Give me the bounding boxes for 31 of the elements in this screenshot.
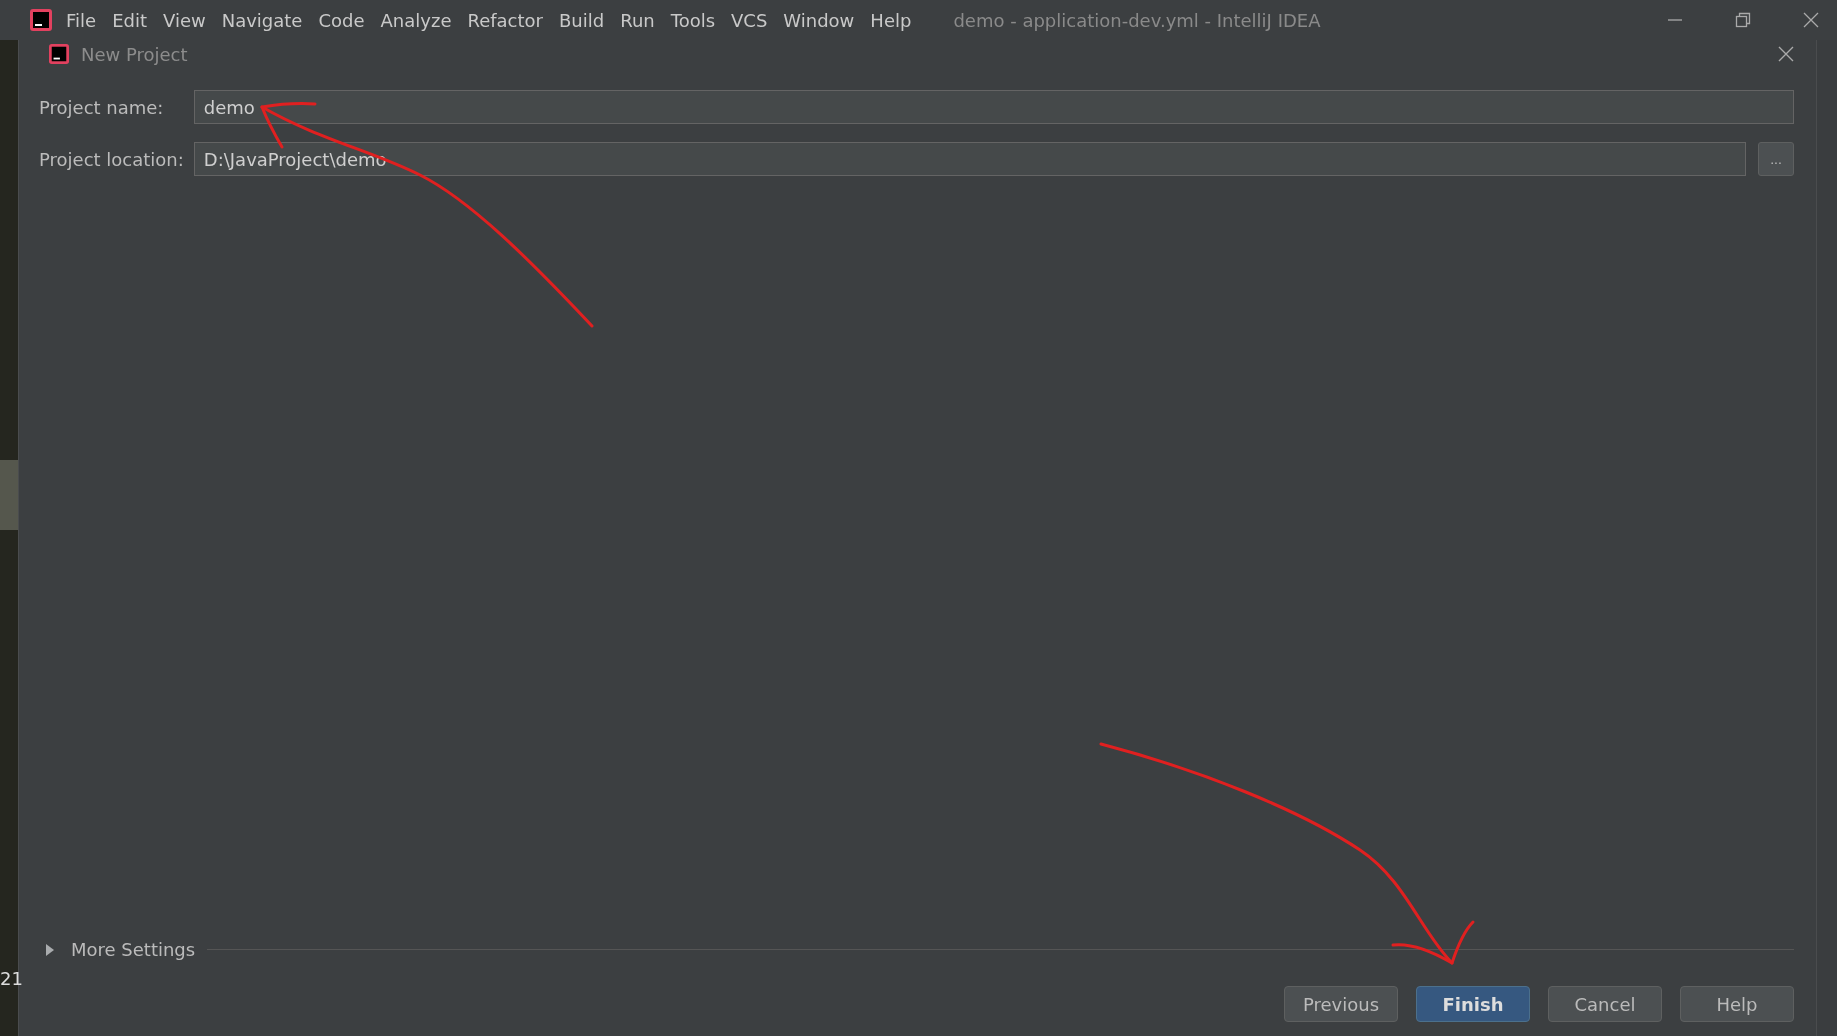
text-field[interactable]: demo (193, 90, 1794, 124)
menu-item[interactable]: View (163, 9, 206, 31)
menu-item[interactable]: Tools (670, 9, 716, 31)
menu-item[interactable]: File (66, 9, 97, 31)
menu-item[interactable]: Run (620, 9, 655, 31)
window-title: demo - application-dev.yml - IntelliJ IDEA (953, 9, 1321, 31)
menu-item[interactable]: Build (559, 9, 605, 31)
menu-item[interactable]: Navigate (221, 9, 303, 31)
dialog-title: New Project (81, 43, 188, 65)
field-label: Project name: (39, 96, 165, 118)
restore-icon[interactable] (1735, 12, 1751, 28)
close-icon[interactable] (1778, 46, 1794, 62)
app-logo-icon (49, 44, 69, 64)
field-label: Project location: (39, 148, 184, 170)
line-number: 21 (0, 968, 23, 989)
menu-item[interactable]: Refactor (467, 9, 543, 31)
text-field[interactable]: D:\JavaProject\demo (193, 142, 1746, 176)
browse-button[interactable]: ... (1758, 142, 1794, 176)
dialog-button[interactable]: Previous (1284, 986, 1398, 1022)
menu-item[interactable]: Edit (112, 9, 147, 31)
menu-item[interactable]: Window (783, 9, 855, 31)
more-settings-toggle[interactable]: More Settings (45, 939, 196, 960)
menu-item[interactable]: Code (318, 9, 365, 31)
dialog-button[interactable]: Cancel (1548, 986, 1662, 1022)
close-icon[interactable] (1803, 12, 1819, 28)
menu-item[interactable]: VCS (731, 9, 768, 31)
menu-item[interactable]: Help (870, 9, 912, 31)
dialog-button[interactable]: Help (1680, 986, 1794, 1022)
app-logo-icon (30, 9, 52, 31)
dialog-button[interactable]: Finish (1416, 986, 1530, 1022)
menu-item[interactable]: Analyze (380, 9, 452, 31)
